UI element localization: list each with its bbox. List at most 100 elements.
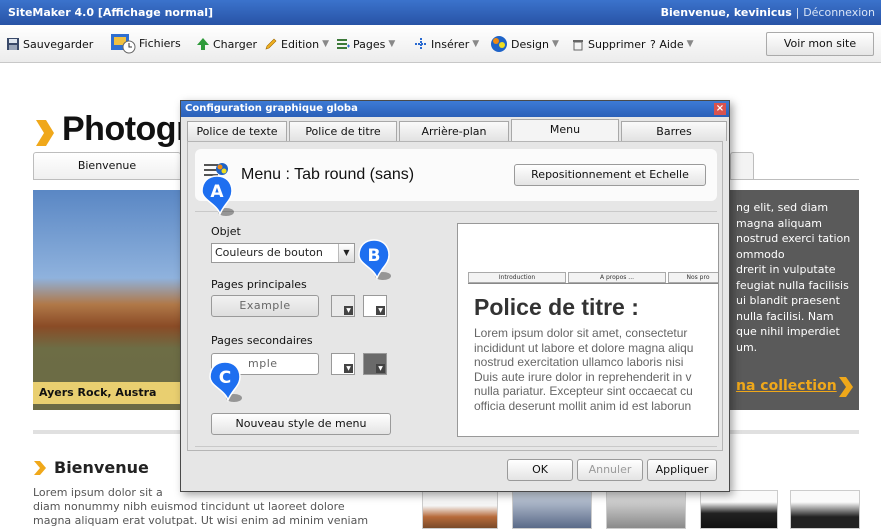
new-menu-style-button[interactable]: Nouveau style de menu xyxy=(211,413,391,435)
site-title: Photogr xyxy=(62,110,189,148)
welcome-text: Bienvenue, kevinicus xyxy=(660,6,792,19)
gallery-thumbnail[interactable] xyxy=(700,490,778,529)
site-tab[interactable] xyxy=(730,152,754,180)
design-menu[interactable]: Design ▼ xyxy=(490,36,559,52)
insert-icon xyxy=(415,38,427,50)
menu-style-title: Menu : Tab round (sans) xyxy=(241,166,415,183)
banner-line: um. xyxy=(736,340,758,354)
cancel-button[interactable]: Annuler xyxy=(577,459,643,481)
preview-tab-line xyxy=(468,283,718,284)
banner-line: ui blandit praesent xyxy=(736,294,840,307)
gallery-thumbnail[interactable] xyxy=(790,490,860,529)
ok-button[interactable]: OK xyxy=(507,459,573,481)
apply-button[interactable]: Appliquer xyxy=(647,459,717,481)
reposition-scale-button[interactable]: Repositionnement et Echelle xyxy=(514,164,706,186)
insert-menu[interactable]: Insérer ▼ xyxy=(414,36,479,52)
preview-line: Lorem ipsum dolor sit amet, consectetur xyxy=(474,326,688,340)
callout-c-icon: C xyxy=(209,361,242,403)
banner-photo xyxy=(33,190,183,410)
logout-link[interactable]: Déconnexion xyxy=(803,6,875,19)
main-pages-color-2[interactable]: ▼ xyxy=(363,295,387,317)
banner-line: feugiat nulla facilisis xyxy=(736,278,849,292)
preview-line: incididunt ut labore et dolore magna ali… xyxy=(474,340,694,355)
view-site-button[interactable]: Voir mon site xyxy=(766,32,874,56)
banner-line: magna aliquam xyxy=(736,216,822,230)
secondary-pages-color-2[interactable]: ▼ xyxy=(363,353,387,375)
upload-button[interactable]: Charger xyxy=(196,36,257,52)
chevron-right-icon xyxy=(34,461,46,475)
upload-label: Charger xyxy=(213,37,257,51)
pages-label: Pages xyxy=(353,37,386,51)
separator: | xyxy=(795,6,800,19)
preview-tabs: Introduction A propos ... Nos pro xyxy=(468,272,718,283)
collection-link[interactable]: na collection xyxy=(736,378,837,394)
chevron-down-icon: ▼ xyxy=(388,39,396,49)
site-tab-home[interactable]: Bienvenue xyxy=(33,152,181,180)
main-pages-color-1[interactable]: ▼ xyxy=(331,295,355,317)
app-title-bar: SiteMaker 4.0 [Affichage normal] Bienven… xyxy=(0,0,881,25)
section-body: Lorem ipsum dolor sit a diam nonummy nib… xyxy=(33,486,403,528)
preview-line: nostrud exercitation ullamco laboris nis… xyxy=(474,355,684,369)
files-button[interactable]: Fichiers xyxy=(110,32,181,54)
preview-tab: Introduction xyxy=(468,272,566,283)
banner-text: ng elit, sed diam magna aliquam nostrud … xyxy=(736,200,856,355)
edit-label: Edition xyxy=(281,37,320,51)
menu-preview: Introduction A propos ... Nos pro Police… xyxy=(457,223,719,437)
gallery-thumbnail[interactable] xyxy=(422,490,498,529)
tab-title-font[interactable]: Police de titre xyxy=(289,121,397,141)
banner-line: que nihil imperdiet xyxy=(736,325,840,338)
chevron-down-icon: ▼ xyxy=(551,39,559,49)
secondary-pages-color-1[interactable]: ▼ xyxy=(331,353,355,375)
callout-b-icon: B xyxy=(358,239,391,281)
tab-text-font[interactable]: Police de texte xyxy=(187,121,287,141)
preview-title: Police de titre : xyxy=(474,294,639,320)
divider xyxy=(195,446,717,447)
chevron-right-icon xyxy=(839,377,853,397)
dialog-tabs: Police de texte Police de titre Arrière-… xyxy=(181,119,729,141)
divider xyxy=(195,211,717,212)
delete-label: Supprimer xyxy=(588,37,646,51)
gallery-thumbnail[interactable] xyxy=(606,490,686,529)
help-menu[interactable]: ? Aide ▼ xyxy=(650,36,694,52)
files-label: Fichiers xyxy=(139,36,181,50)
pages-icon xyxy=(337,39,350,49)
dialog-title: Configuration graphique globa xyxy=(181,101,729,117)
tab-menu[interactable]: Menu xyxy=(511,119,619,141)
help-label: ? Aide xyxy=(650,37,684,51)
banner-line: drerit in vulputate xyxy=(736,263,836,276)
banner-line: ommodo xyxy=(736,247,785,261)
files-icon xyxy=(111,34,136,54)
delete-button[interactable]: Supprimer xyxy=(571,36,646,52)
save-button[interactable]: Sauvegarder xyxy=(6,36,93,52)
object-label: Objet xyxy=(211,225,241,238)
trash-icon xyxy=(573,40,583,51)
edit-menu[interactable]: Edition ▼ xyxy=(264,36,329,52)
section-title: Bienvenue xyxy=(54,458,149,477)
up-arrow-icon xyxy=(197,38,209,50)
object-select[interactable]: Couleurs de bouton ▼ xyxy=(211,243,355,263)
pages-menu[interactable]: Pages ▼ xyxy=(336,36,395,52)
preview-tab: A propos ... xyxy=(568,272,666,283)
app-title: SiteMaker 4.0 [Affichage normal] xyxy=(8,6,214,19)
callout-label: B xyxy=(368,246,381,266)
tab-background[interactable]: Arrière-plan xyxy=(399,121,509,141)
chevron-down-icon: ▼ xyxy=(344,364,353,373)
insert-label: Insérer xyxy=(431,37,470,51)
chevron-down-icon: ▼ xyxy=(376,306,385,315)
callout-a-icon: A xyxy=(201,175,234,217)
gallery-thumbnail[interactable] xyxy=(512,490,592,529)
logo-chevron-icon xyxy=(36,120,54,146)
chevron-down-icon: ▼ xyxy=(338,244,354,262)
preview-line: Duis aute irure dolor in reprehenderit i… xyxy=(474,369,692,384)
close-icon[interactable]: × xyxy=(714,103,726,115)
main-pages-example-button[interactable]: Example xyxy=(211,295,319,317)
global-design-dialog: Configuration graphique globa × Police d… xyxy=(180,100,730,492)
pencil-icon xyxy=(265,38,277,50)
banner-line: ng elit, sed diam xyxy=(736,201,829,214)
tab-bars[interactable]: Barres xyxy=(621,121,727,141)
preview-line: officia deserunt mollit anim id est labo… xyxy=(474,398,692,413)
main-toolbar: Sauvegarder Fichiers Charger Edition ▼ Pa… xyxy=(0,25,881,63)
secondary-pages-label: Pages secondaires xyxy=(211,334,313,347)
section-line: diam nonummy nibh euismod tincidunt ut l… xyxy=(33,500,345,513)
preview-line: nulla pariatur. Excepteur sint occaecat … xyxy=(474,384,693,398)
